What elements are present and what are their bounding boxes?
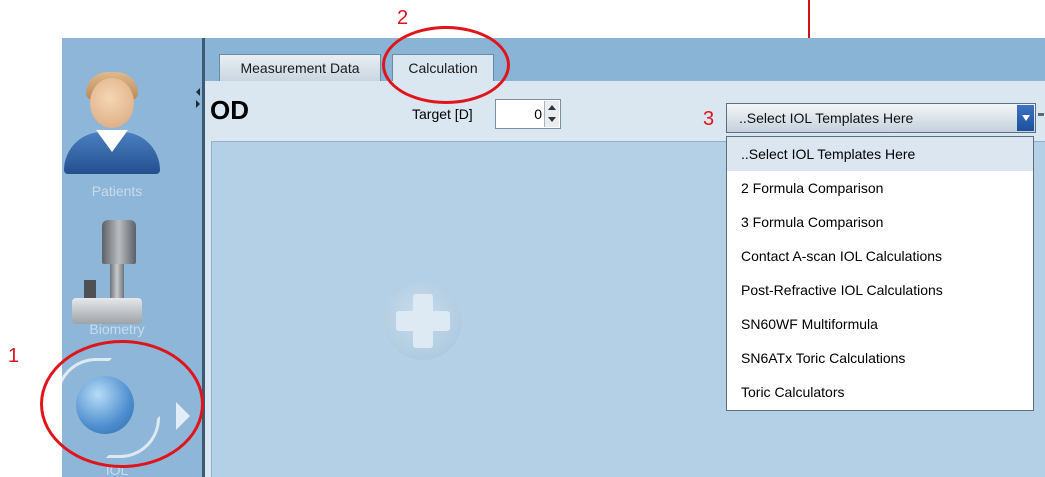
collapse-left-icon[interactable] [196, 88, 200, 96]
eye-label: OD [210, 95, 249, 125]
dropdown-button[interactable] [1017, 105, 1034, 131]
sidebar-item-label: Biometry [89, 321, 145, 337]
dropdown-option[interactable]: Toric Calculators [727, 375, 1033, 409]
iol-template-select[interactable]: ..Select IOL Templates Here [726, 103, 1036, 133]
sidebar-item-biometry[interactable]: Biometry [62, 214, 202, 344]
dropdown-option[interactable]: SN6ATx Toric Calculations [727, 341, 1033, 375]
annotation-oval-calculation [382, 26, 510, 104]
annotation-step-1: 1 [8, 345, 20, 367]
sidebar-item-label: Patients [91, 183, 143, 199]
annotation-step-3: 3 [703, 108, 715, 130]
dropdown-option[interactable]: 3 Formula Comparison [727, 205, 1033, 239]
spin-down-icon[interactable] [548, 117, 556, 122]
target-stepper[interactable]: 0 [495, 99, 561, 129]
sidebar-item-patients[interactable]: Patients [62, 68, 202, 199]
target-value[interactable]: 0 [534, 106, 542, 122]
iol-template-select-value: ..Select IOL Templates Here [739, 110, 914, 126]
dropdown-option[interactable]: Post-Refractive IOL Calculations [727, 273, 1033, 307]
annotation-oval-iol [40, 340, 204, 468]
collapse-right-icon[interactable] [196, 100, 200, 108]
iol-template-dropdown-list: ..Select IOL Templates Here 2 Formula Co… [726, 136, 1034, 411]
add-calculation-button[interactable] [384, 282, 462, 360]
splitter-handle [1038, 113, 1044, 116]
patient-icon [62, 68, 162, 178]
dropdown-option[interactable]: Contact A-scan IOL Calculations [727, 239, 1033, 273]
biometer-icon [62, 214, 162, 326]
tab-measurement-data[interactable]: Measurement Data [219, 54, 381, 82]
dropdown-option[interactable]: ..Select IOL Templates Here [727, 137, 1033, 171]
chevron-down-icon [1022, 115, 1030, 121]
spin-up-icon[interactable] [548, 105, 556, 110]
dropdown-option[interactable]: SN60WF Multiformula [727, 307, 1033, 341]
stepper-buttons [544, 101, 559, 127]
dropdown-option[interactable]: 2 Formula Comparison [727, 171, 1033, 205]
target-label: Target [D] [412, 106, 473, 122]
annotation-step-2: 2 [397, 7, 409, 29]
